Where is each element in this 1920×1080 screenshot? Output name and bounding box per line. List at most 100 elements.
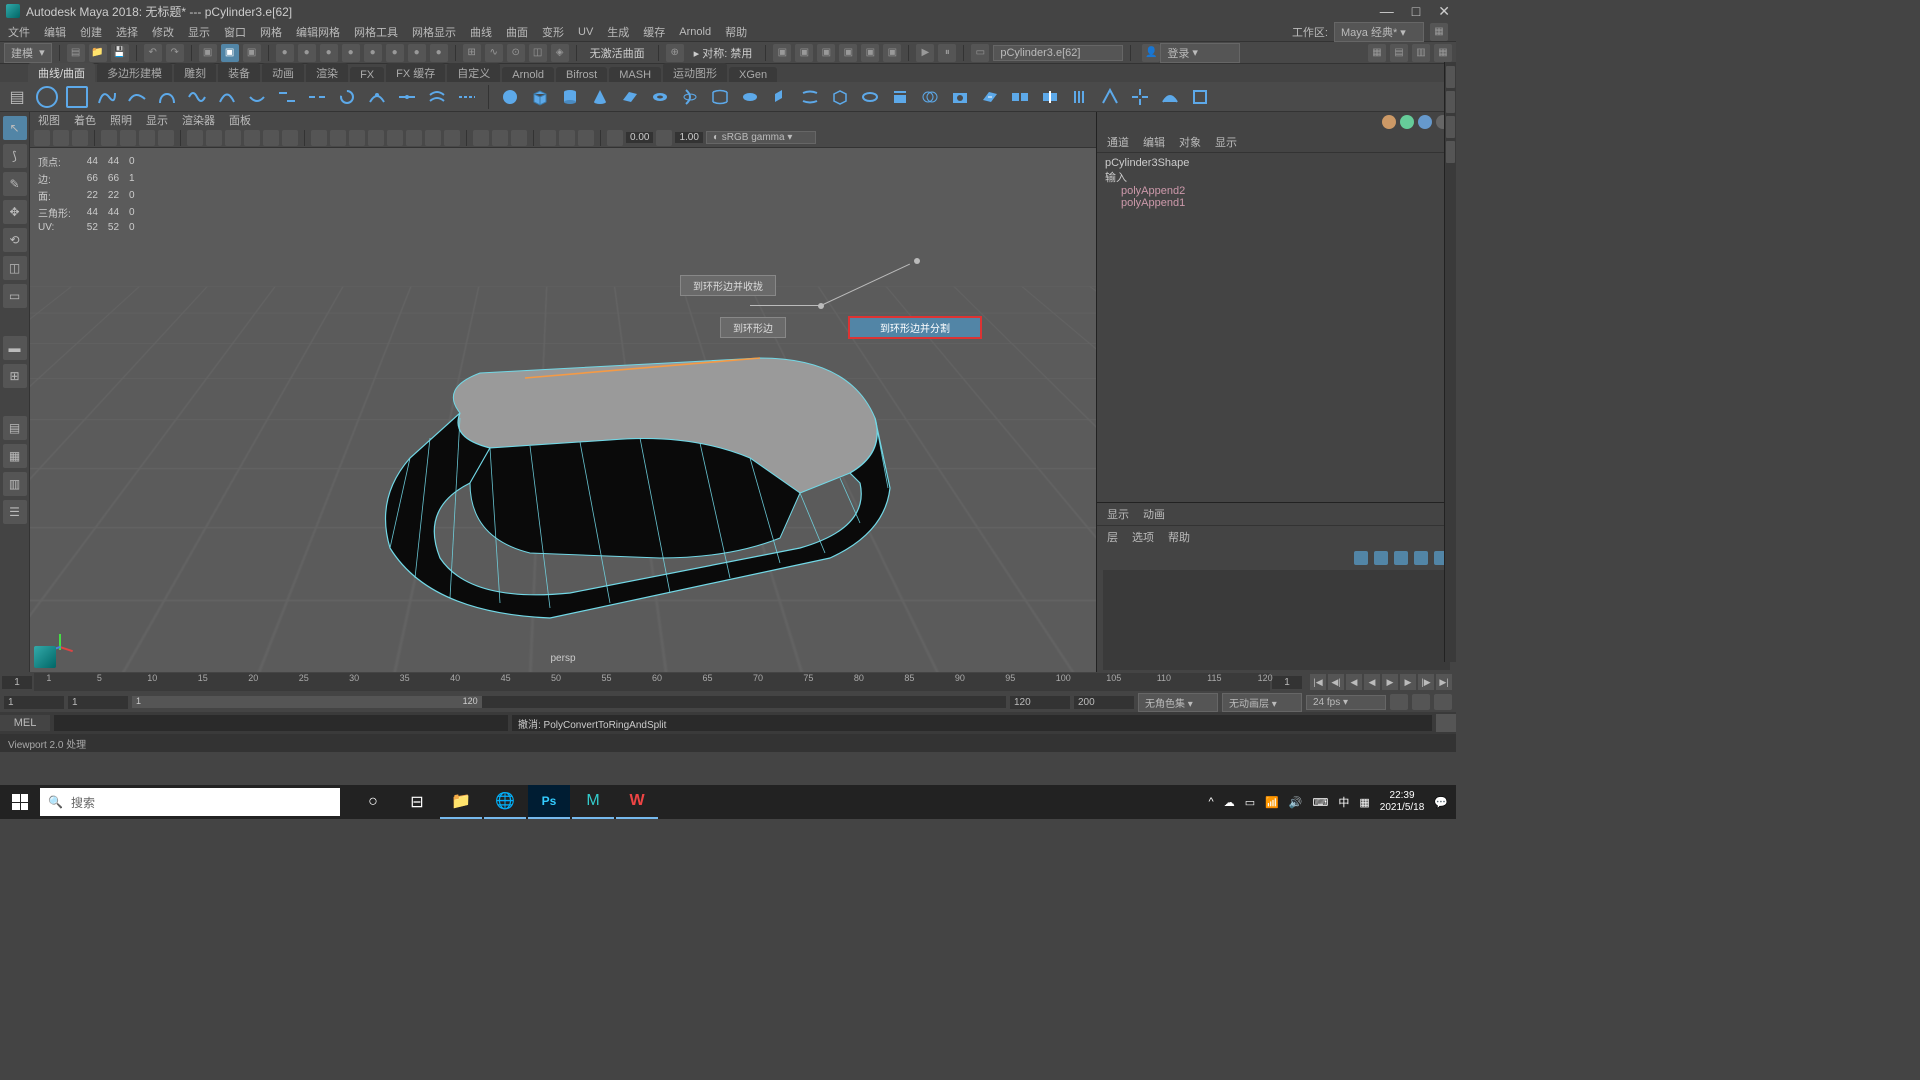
rotate-tool[interactable]: ⟲ — [3, 228, 27, 252]
offset-curve-icon[interactable] — [426, 86, 448, 108]
surf-edit-icon[interactable] — [1189, 86, 1211, 108]
lasso-tool[interactable]: ⟆ — [3, 144, 27, 168]
cb-icon[interactable] — [1382, 115, 1396, 129]
panel-menu-view[interactable]: 视图 — [38, 112, 60, 128]
mesh-pcylinder3[interactable] — [330, 258, 930, 638]
play-back-button[interactable]: ◀ — [1364, 674, 1380, 690]
cb-tab-channels[interactable]: 通道 — [1107, 134, 1129, 150]
mask-8-icon[interactable]: ● — [430, 44, 448, 62]
anim-end-field[interactable]: 200 — [1074, 696, 1134, 709]
sidebar-tab-icon[interactable] — [1446, 116, 1455, 138]
three-point-arc-icon[interactable] — [216, 86, 238, 108]
workspace-opt-icon[interactable]: ▦ — [1430, 23, 1448, 41]
nurbs-square-icon[interactable] — [66, 86, 88, 108]
rendersetup-icon[interactable]: ▣ — [861, 44, 879, 62]
maximize-button[interactable]: □ — [1412, 3, 1420, 20]
menu-uv[interactable]: UV — [578, 26, 593, 38]
tray-input-icon[interactable]: ▦ — [1359, 796, 1369, 809]
toggle-modeltoolkit-icon[interactable]: ▦ — [1368, 44, 1386, 62]
mask-3-icon[interactable]: ● — [320, 44, 338, 62]
render-icon[interactable]: ▣ — [773, 44, 791, 62]
pt-icon[interactable] — [225, 130, 241, 146]
last-tool[interactable]: ▭ — [3, 284, 27, 308]
menu-display[interactable]: 显示 — [188, 24, 210, 40]
nurbs-cube-icon[interactable] — [529, 86, 551, 108]
pt-icon[interactable] — [101, 130, 117, 146]
sel-mode-comp-icon[interactable]: ▣ — [243, 44, 261, 62]
pt-icon[interactable] — [406, 130, 422, 146]
shelf-menu-icon[interactable]: ▤ — [6, 86, 28, 108]
add-points-tool-icon[interactable] — [366, 86, 388, 108]
paint-select-tool[interactable]: ✎ — [3, 172, 27, 196]
new-scene-icon[interactable]: ▤ — [67, 44, 85, 62]
tray-lang-icon[interactable]: ⌨ — [1313, 796, 1329, 809]
tray-wifi-icon[interactable]: 📶 — [1265, 796, 1279, 809]
pt-icon[interactable] — [158, 130, 174, 146]
shelf-tab-bifrost[interactable]: Bifrost — [556, 67, 607, 82]
revolve-icon[interactable] — [679, 86, 701, 108]
layout-single-icon[interactable]: ▬ — [3, 336, 27, 360]
edge-taskbar-icon[interactable]: 🌐 — [484, 785, 526, 819]
shelf-tab-sculpt[interactable]: 雕刻 — [174, 63, 216, 82]
undo-icon[interactable]: ↶ — [144, 44, 162, 62]
menu-cache[interactable]: 缓存 — [643, 24, 665, 40]
snap-live-icon[interactable]: ◈ — [551, 44, 569, 62]
render-settings-icon[interactable]: ▣ — [817, 44, 835, 62]
pause-icon[interactable]: ⏸ — [938, 44, 956, 62]
redo-icon[interactable]: ↷ — [166, 44, 184, 62]
pt-icon[interactable] — [34, 130, 50, 146]
tray-onedrive-icon[interactable]: ☁ — [1224, 796, 1235, 809]
menu-meshdisplay[interactable]: 网格显示 — [412, 24, 456, 40]
panel-menu-show[interactable]: 显示 — [146, 112, 168, 128]
layer-icon[interactable] — [1414, 551, 1428, 565]
shelf-tab-rigging[interactable]: 装备 — [218, 63, 260, 82]
current-frame-right[interactable]: 1 — [1272, 676, 1302, 689]
project-curve-icon[interactable] — [889, 86, 911, 108]
sidebar-tab-icon[interactable] — [1446, 141, 1455, 163]
go-start-button[interactable]: |◀ — [1310, 674, 1326, 690]
attach-surf-icon[interactable] — [1009, 86, 1031, 108]
explorer-taskbar-icon[interactable]: 📁 — [440, 785, 482, 819]
menu-curves[interactable]: 曲线 — [470, 24, 492, 40]
pt-icon[interactable] — [206, 130, 222, 146]
pt-icon[interactable] — [349, 130, 365, 146]
fps-dropdown[interactable]: 24 fps ▾ — [1306, 695, 1386, 710]
cb-tab-object[interactable]: 对象 — [1179, 134, 1201, 150]
shelf-tab-poly[interactable]: 多边形建模 — [97, 63, 172, 82]
layer-list[interactable] — [1103, 570, 1450, 670]
construction-history-icon[interactable]: ⊕ — [666, 44, 684, 62]
panel-menu-lighting[interactable]: 照明 — [110, 112, 132, 128]
sidebar-tab-icon[interactable] — [1446, 91, 1455, 113]
pt-icon[interactable] — [244, 130, 260, 146]
script-lang-toggle[interactable]: MEL — [0, 715, 50, 731]
rebuild-curve-icon[interactable] — [456, 86, 478, 108]
pt-icon[interactable] — [282, 130, 298, 146]
menu-edit[interactable]: 编辑 — [44, 24, 66, 40]
mask-1-icon[interactable]: ● — [276, 44, 294, 62]
pt-gamma-icon[interactable] — [656, 130, 672, 146]
move-tool[interactable]: ✥ — [3, 200, 27, 224]
menu-meshtools[interactable]: 网格工具 — [354, 24, 398, 40]
snap-curve-icon[interactable]: ∿ — [485, 44, 503, 62]
shelf-tab-custom[interactable]: 自定义 — [447, 63, 500, 82]
timeline-track[interactable]: 1510152025303540455055606570758085909510… — [34, 673, 1270, 691]
pt-icon[interactable] — [511, 130, 527, 146]
prefs-icon[interactable] — [1434, 694, 1452, 710]
snap-point-icon[interactable]: ⊙ — [507, 44, 525, 62]
current-frame-left[interactable]: 1 — [2, 676, 32, 689]
nurbs-plane-icon[interactable] — [619, 86, 641, 108]
anim-layer-dropdown[interactable]: 无动画层 ▾ — [1222, 693, 1302, 712]
cb-shape-name[interactable]: pCylinder3Shape — [1105, 157, 1448, 169]
close-button[interactable]: ✕ — [1438, 3, 1450, 20]
step-back-key-button[interactable]: ◀| — [1328, 674, 1344, 690]
cb-input-node[interactable]: polyAppend2 — [1105, 185, 1448, 197]
hypershade-icon[interactable]: ▣ — [839, 44, 857, 62]
pt-icon[interactable] — [330, 130, 346, 146]
ep-curve-icon[interactable] — [126, 86, 148, 108]
detach-surf-icon[interactable] — [1039, 86, 1061, 108]
gamma-value[interactable]: 1.00 — [675, 132, 702, 143]
insert-knot-icon[interactable] — [396, 86, 418, 108]
menu-modify[interactable]: 修改 — [152, 24, 174, 40]
mask-5-icon[interactable]: ● — [364, 44, 382, 62]
pt-exposure-icon[interactable] — [607, 130, 623, 146]
